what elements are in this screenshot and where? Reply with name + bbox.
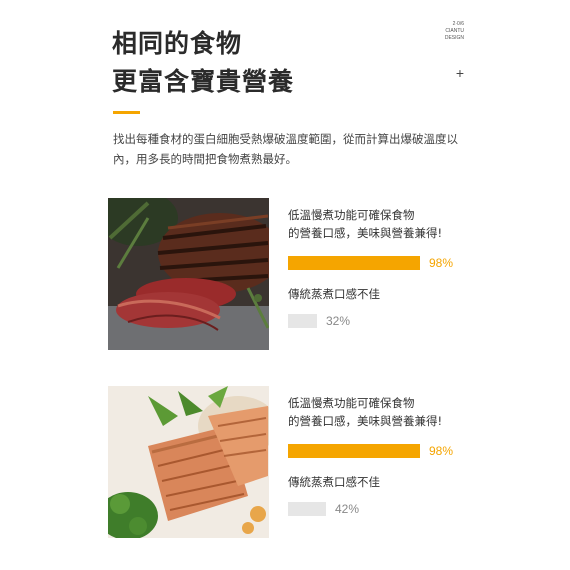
traditional-label: 傳統蒸煮口感不佳 [288,475,380,489]
bad-bar-row: 42% [288,500,468,518]
bad-bar-row: 32% [288,312,468,330]
feature-line-2: 的營養口感，美味與營養兼得! [288,414,443,428]
bad-percentage: 42% [335,502,360,516]
comparison-card-salmon: 低溫慢煮功能可確保食物 的營養口感，美味與營養兼得! 98% 傳統蒸煮口感不佳 … [108,386,468,538]
bad-percentage: 32% [326,314,351,328]
salmon-image [108,386,269,538]
intro-paragraph: 找出每種食材的蛋白細胞受熱爆破溫度範圍，從而計算出爆破溫度以內，用多長的時間把食… [113,132,458,166]
steak-image [108,198,269,350]
feature-description: 低溫慢煮功能可確保食物 的營養口感，美味與營養兼得! [288,394,468,430]
brand-line-1: 2·0/6 [452,21,464,27]
feature-line-1: 低溫慢煮功能可確保食物 [288,396,415,410]
brand-mark: 2·0/6 CIANTU DESIGN [445,21,464,42]
good-bar-row: 98% [288,442,468,460]
feature-description: 低溫慢煮功能可確保食物 的營養口感，美味與營養兼得! [288,206,468,242]
accent-divider [113,111,140,114]
good-percentage: 98% [429,256,454,270]
page-title-line-1: 相同的食物 [112,29,243,58]
bad-progress-bar [288,502,326,516]
good-progress-bar [288,444,420,458]
comparison-info: 低溫慢煮功能可確保食物 的營養口感，美味與營養兼得! 98% 傳統蒸煮口感不佳 … [288,206,468,330]
bad-progress-bar [288,314,317,328]
comparison-info: 低溫慢煮功能可確保食物 的營養口感，美味與營養兼得! 98% 傳統蒸煮口感不佳 … [288,394,468,518]
traditional-label: 傳統蒸煮口感不佳 [288,287,380,301]
good-percentage: 98% [429,444,454,458]
good-bar-row: 98% [288,254,468,272]
brand-line-2: CIANTU [445,28,464,34]
plus-icon: + [455,65,464,81]
feature-line-1: 低溫慢煮功能可確保食物 [288,208,415,222]
page-title-line-2: 更富含寶貴營養 [112,67,295,96]
good-progress-bar [288,256,420,270]
brand-line-3: DESIGN [444,35,464,41]
comparison-card-steak: 低溫慢煮功能可確保食物 的營養口感，美味與營養兼得! 98% 傳統蒸煮口感不佳 … [108,198,468,350]
feature-line-2: 的營養口感，美味與營養兼得! [288,226,443,240]
